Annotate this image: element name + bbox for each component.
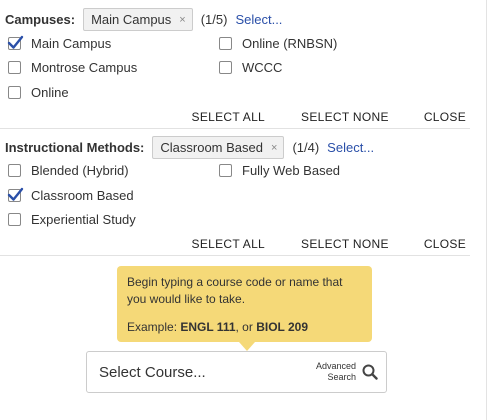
checkbox[interactable] bbox=[8, 164, 21, 177]
campuses-select-link[interactable]: Select... bbox=[235, 12, 282, 27]
methods-header: Instructional Methods: Classroom Based ×… bbox=[5, 136, 374, 159]
option-label: Main Campus bbox=[31, 36, 112, 51]
checkbox[interactable] bbox=[219, 37, 232, 50]
methods-select-none-button[interactable]: SELECT NONE bbox=[301, 237, 389, 251]
campus-chip: Main Campus × bbox=[83, 8, 193, 31]
campuses-select-none-button[interactable]: SELECT NONE bbox=[301, 110, 389, 124]
method-chip-label: Classroom Based bbox=[160, 140, 263, 155]
checkbox[interactable] bbox=[8, 61, 21, 74]
methods-count: (1/4) bbox=[292, 140, 320, 155]
methods-actions: SELECT ALL SELECT NONE CLOSE bbox=[0, 237, 466, 251]
option-label: Online (RNBSN) bbox=[242, 36, 338, 51]
advanced-search-link[interactable]: Advanced Search bbox=[316, 361, 356, 383]
campus-option-online[interactable]: Online bbox=[8, 85, 69, 100]
tooltip-example: Example: ENGL 111, or BIOL 209 bbox=[127, 319, 362, 336]
method-chip: Classroom Based × bbox=[152, 136, 285, 159]
campuses-header: Campuses: Main Campus × (1/5) Select... bbox=[5, 8, 282, 31]
checkbox-checked[interactable] bbox=[7, 187, 24, 202]
campuses-label: Campuses: bbox=[5, 12, 76, 27]
tooltip-line: you would like to take. bbox=[127, 292, 246, 306]
campus-option-montrose-campus[interactable]: Montrose Campus bbox=[8, 60, 137, 75]
option-label: Blended (Hybrid) bbox=[31, 163, 129, 178]
method-option-classroom-based[interactable]: Classroom Based bbox=[7, 187, 134, 203]
method-option-fully-web-based[interactable]: Fully Web Based bbox=[219, 163, 340, 178]
campuses-close-button[interactable]: CLOSE bbox=[424, 110, 466, 124]
option-label: Online bbox=[31, 85, 69, 100]
example-separator: , or bbox=[235, 320, 257, 334]
campuses-select-all-button[interactable]: SELECT ALL bbox=[192, 110, 266, 124]
divider bbox=[0, 128, 470, 129]
checkbox-checked[interactable] bbox=[7, 35, 24, 50]
advanced-search-line: Search bbox=[327, 372, 356, 382]
campuses-actions: SELECT ALL SELECT NONE CLOSE bbox=[0, 110, 466, 124]
methods-close-button[interactable]: CLOSE bbox=[424, 237, 466, 251]
course-search-input[interactable] bbox=[97, 362, 301, 382]
campus-option-online-rnbsn[interactable]: Online (RNBSN) bbox=[219, 36, 337, 51]
course-hint-tooltip: Begin typing a course code or name that … bbox=[117, 266, 372, 342]
method-option-experiential-study[interactable]: Experiential Study bbox=[8, 212, 136, 227]
checkbox[interactable] bbox=[8, 86, 21, 99]
checkbox[interactable] bbox=[8, 213, 21, 226]
methods-select-link[interactable]: Select... bbox=[327, 140, 374, 155]
option-label: Experiential Study bbox=[31, 212, 136, 227]
option-label: WCCC bbox=[242, 60, 283, 75]
methods-label: Instructional Methods: bbox=[5, 140, 145, 155]
method-option-blended[interactable]: Blended (Hybrid) bbox=[8, 163, 129, 178]
methods-select-all-button[interactable]: SELECT ALL bbox=[192, 237, 266, 251]
remove-campus-chip-icon[interactable]: × bbox=[179, 14, 185, 26]
checkbox[interactable] bbox=[219, 61, 232, 74]
course-search-box: Advanced Search bbox=[86, 351, 387, 393]
campus-option-main-campus[interactable]: Main Campus bbox=[7, 35, 112, 51]
checkmark-icon bbox=[7, 35, 24, 49]
option-label: Montrose Campus bbox=[31, 60, 138, 75]
search-icon[interactable] bbox=[362, 364, 378, 380]
campus-chip-label: Main Campus bbox=[91, 12, 172, 27]
example-prefix: Example: bbox=[127, 320, 181, 334]
checkbox[interactable] bbox=[219, 164, 232, 177]
option-label: Fully Web Based bbox=[242, 163, 341, 178]
campuses-count: (1/5) bbox=[200, 12, 228, 27]
divider bbox=[0, 255, 470, 256]
advanced-search-line: Advanced bbox=[315, 361, 356, 371]
tooltip-line: Begin typing a course code or name that bbox=[127, 275, 343, 289]
example-code: ENGL 111 bbox=[180, 320, 236, 334]
tooltip-arrow bbox=[239, 342, 255, 351]
checkmark-icon bbox=[7, 187, 24, 201]
remove-method-chip-icon[interactable]: × bbox=[271, 142, 277, 154]
example-code: BIOL 209 bbox=[256, 320, 308, 334]
option-label: Classroom Based bbox=[31, 188, 134, 203]
campus-option-wccc[interactable]: WCCC bbox=[219, 60, 282, 75]
scrollbar[interactable] bbox=[486, 0, 495, 420]
